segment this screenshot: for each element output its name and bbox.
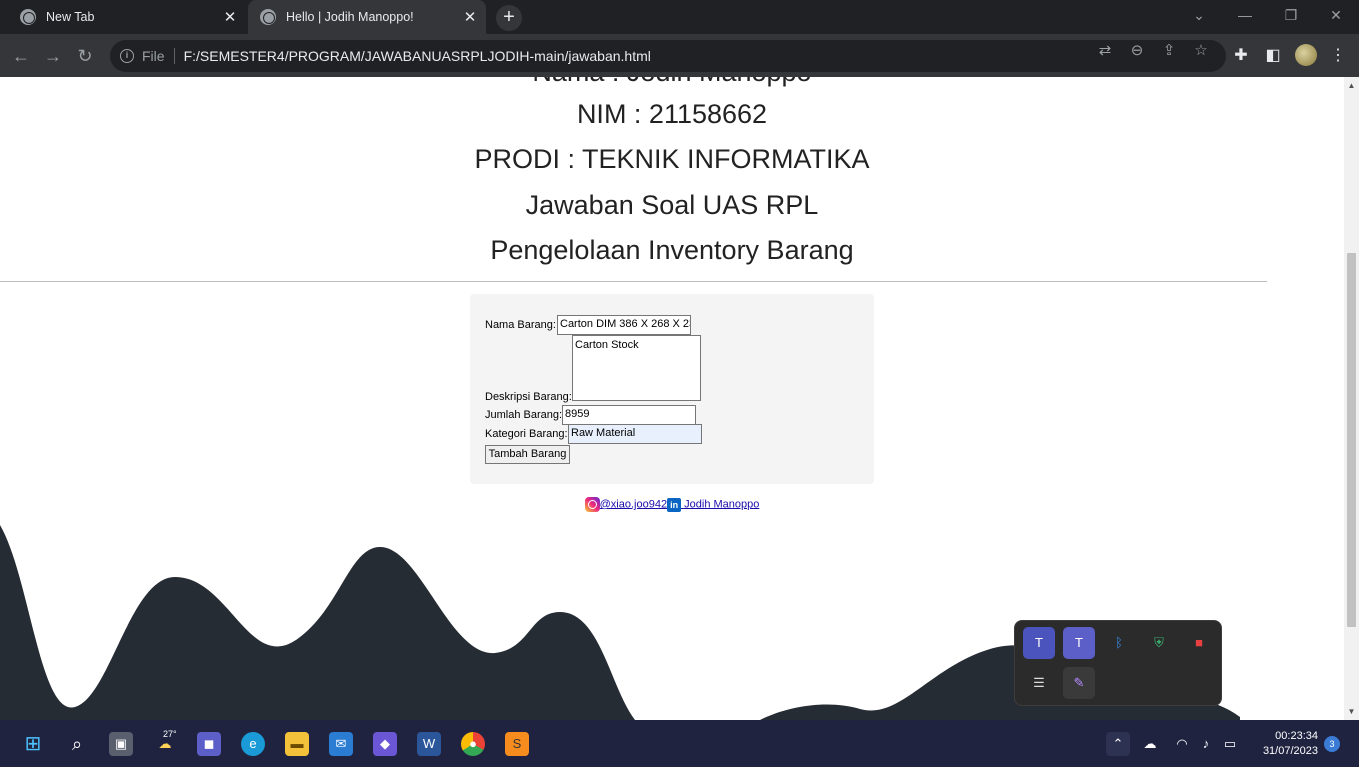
tambah-barang-button[interactable]: Tambah Barang bbox=[485, 445, 570, 464]
jumlah-barang-input[interactable]: 8959 bbox=[562, 405, 696, 425]
teams-icon[interactable]: T bbox=[1023, 627, 1055, 659]
address-scheme: File bbox=[142, 48, 165, 64]
deskripsi-barang-textarea[interactable]: Carton Stock bbox=[572, 335, 701, 401]
security-shield-icon[interactable]: ⛨ bbox=[1143, 627, 1175, 659]
linkedin-icon: in bbox=[667, 497, 682, 512]
close-tab-icon[interactable]: ✕ bbox=[218, 8, 242, 26]
jumlah-barang-label: Jumlah Barang: bbox=[485, 409, 563, 421]
battery-icon[interactable]: ▭ bbox=[1218, 732, 1242, 756]
browser-toolbar: ← → ↻ i File F:/SEMESTER4/PROGRAM/JAWABA… bbox=[0, 34, 1359, 77]
heading-judul: Pengelolaan Inventory Barang bbox=[490, 235, 854, 265]
extensions-icon[interactable]: ✚ bbox=[1231, 46, 1251, 66]
tab-new-tab[interactable]: New Tab ✕ bbox=[8, 0, 246, 34]
restore-icon[interactable]: ❐ bbox=[1268, 0, 1314, 30]
info-icon[interactable]: i bbox=[120, 49, 134, 63]
teams-classic-icon[interactable]: T bbox=[1063, 627, 1095, 659]
address-url[interactable]: F:/SEMESTER4/PROGRAM/JAWABANUASRPLJODIH-… bbox=[184, 48, 651, 64]
settings-panel-icon[interactable]: ☰ bbox=[1023, 667, 1055, 699]
close-tab-icon[interactable]: ✕ bbox=[458, 8, 482, 26]
translate-icon[interactable]: ⇄ bbox=[1096, 42, 1114, 60]
globe-icon bbox=[20, 9, 36, 25]
scrollbar-thumb[interactable] bbox=[1347, 253, 1356, 627]
file-explorer-icon[interactable]: ▬ bbox=[285, 732, 309, 756]
nama-barang-label: Nama Barang: bbox=[485, 319, 556, 331]
notification-badge[interactable]: 3 bbox=[1324, 736, 1340, 752]
divider bbox=[0, 281, 1267, 282]
reload-icon[interactable]: ↻ bbox=[72, 43, 98, 69]
new-tab-button[interactable]: + bbox=[496, 5, 522, 31]
bookmark-star-icon[interactable]: ☆ bbox=[1192, 42, 1210, 60]
tab-search-icon[interactable]: ⌄ bbox=[1176, 0, 1222, 30]
meet-icon[interactable]: ◼ bbox=[197, 732, 221, 756]
heading-prodi: PRODI : TEKNIK INFORMATIKA bbox=[474, 144, 870, 174]
sublime-icon[interactable]: S bbox=[505, 732, 529, 756]
start-icon[interactable]: ⊞ bbox=[21, 732, 45, 756]
tab-label: Hello | Jodih Manoppo! bbox=[286, 10, 414, 24]
task-view-icon[interactable]: ▣ bbox=[109, 732, 133, 756]
chevron-up-icon[interactable]: ⌃ bbox=[1106, 732, 1130, 756]
chrome-icon[interactable]: ● bbox=[461, 732, 485, 756]
volume-icon[interactable]: ♪ bbox=[1194, 732, 1218, 756]
nama-barang-input[interactable]: Carton DIM 386 X 268 X 23 bbox=[557, 315, 691, 335]
menu-icon[interactable]: ⋮ bbox=[1328, 46, 1348, 66]
clock[interactable]: 00:23:34 31/07/2023 bbox=[1250, 729, 1318, 759]
feather-icon[interactable]: ✎ bbox=[1063, 667, 1095, 699]
share-icon[interactable]: ⇪ bbox=[1160, 42, 1178, 60]
heading-nama: Nama : Jodih Manoppo bbox=[0, 77, 1344, 88]
social-links: @xiao.joo942 in Jodih Manoppo bbox=[0, 497, 1344, 512]
minimize-icon[interactable]: — bbox=[1222, 0, 1268, 30]
clock-date: 31/07/2023 bbox=[1262, 745, 1318, 757]
app-tray-icon[interactable]: ■ bbox=[1183, 627, 1215, 659]
close-window-icon[interactable]: ✕ bbox=[1313, 0, 1359, 30]
tab-label: New Tab bbox=[46, 10, 95, 24]
copilot-icon[interactable]: ◆ bbox=[373, 732, 397, 756]
weather-temp: 27° bbox=[163, 729, 177, 739]
kategori-barang-label: Kategori Barang: bbox=[485, 428, 568, 440]
tray-overflow-panel: T T ᛒ ⛨ ■ ☰ ✎ bbox=[1014, 620, 1222, 706]
instagram-link[interactable]: @xiao.joo942 bbox=[600, 498, 667, 510]
back-icon[interactable]: ← bbox=[8, 43, 34, 69]
word-icon[interactable]: W bbox=[417, 732, 441, 756]
bluetooth-icon[interactable]: ᛒ bbox=[1103, 627, 1135, 659]
heading-nim: NIM : 21158662 bbox=[576, 99, 768, 129]
side-panel-icon[interactable]: ◧ bbox=[1263, 46, 1283, 66]
profile-avatar[interactable] bbox=[1295, 44, 1317, 66]
globe-icon bbox=[260, 9, 276, 25]
scrollbar[interactable]: ▲ ▼ bbox=[1344, 77, 1359, 720]
clock-time: 00:23:34 bbox=[1275, 730, 1318, 742]
tab-jodih[interactable]: Hello | Jodih Manoppo! ✕ bbox=[248, 0, 486, 34]
search-icon[interactable]: ⌕ bbox=[65, 732, 89, 756]
address-bar[interactable]: i File F:/SEMESTER4/PROGRAM/JAWABANUASRP… bbox=[110, 40, 1226, 72]
edge-icon[interactable]: e bbox=[241, 732, 265, 756]
wifi-icon[interactable]: ◠ bbox=[1170, 732, 1194, 756]
forward-icon[interactable]: → bbox=[40, 43, 66, 69]
zoom-icon[interactable]: ⊖ bbox=[1128, 42, 1146, 60]
linkedin-link[interactable]: Jodih Manoppo bbox=[681, 498, 759, 510]
instagram-icon bbox=[584, 497, 600, 512]
scroll-up-icon[interactable]: ▲ bbox=[1344, 81, 1359, 90]
address-divider bbox=[173, 48, 175, 64]
onedrive-icon[interactable]: ☁ bbox=[1138, 732, 1162, 756]
browser-titlebar: New Tab ✕ Hello | Jodih Manoppo! ✕ + ⌄ —… bbox=[0, 0, 1359, 34]
kategori-barang-input[interactable]: Raw Material bbox=[568, 424, 702, 444]
scroll-down-icon[interactable]: ▼ bbox=[1344, 707, 1359, 716]
heading-jawaban: Jawaban Soal UAS RPL bbox=[525, 190, 819, 220]
mail-icon[interactable]: ✉ bbox=[329, 732, 353, 756]
deskripsi-barang-label: Deskripsi Barang: bbox=[485, 391, 572, 403]
